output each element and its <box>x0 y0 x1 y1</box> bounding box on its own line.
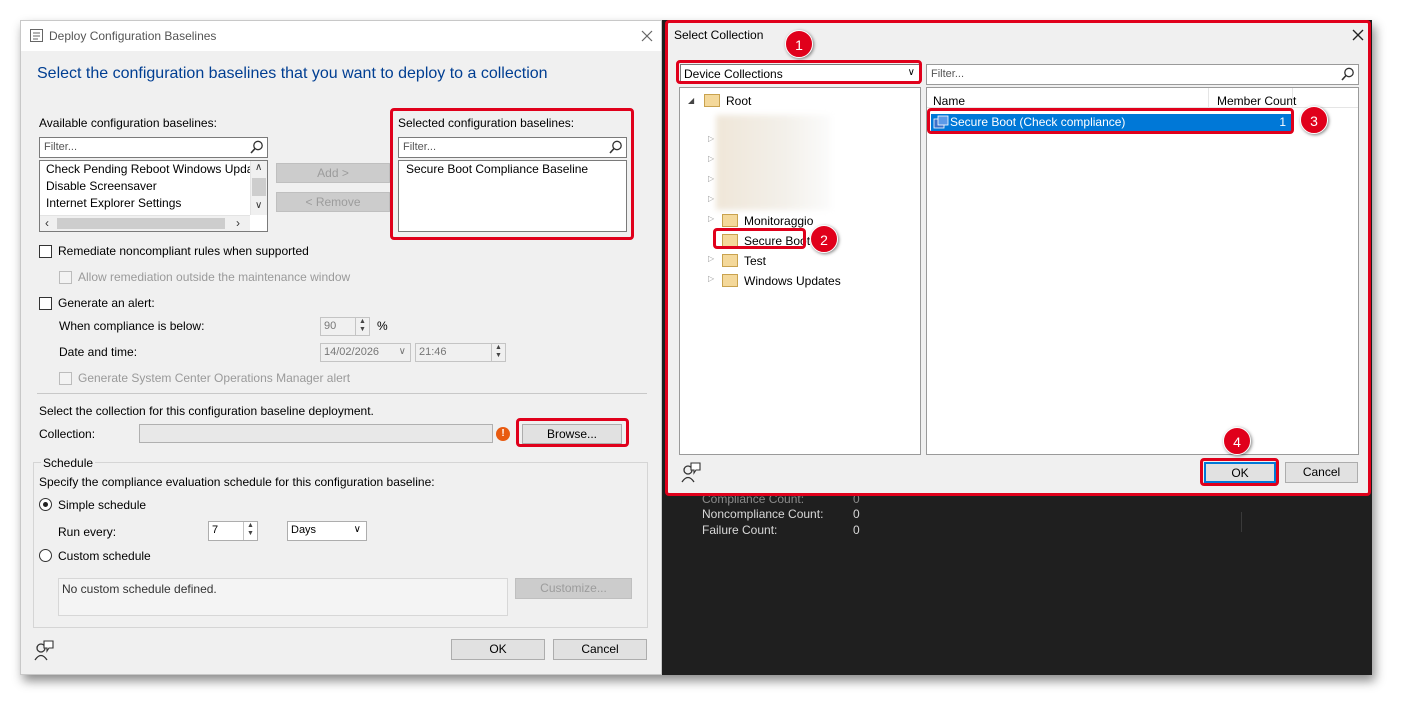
callout-4: 4 <box>1223 427 1251 455</box>
compliance-below-label: When compliance is below: <box>59 319 205 333</box>
schedule-prompt: Specify the compliance evaluation schedu… <box>39 475 435 489</box>
custom-schedule-label: Custom schedule <box>58 549 151 563</box>
run-every-unit: Days <box>291 524 317 536</box>
close-icon[interactable] <box>641 30 653 42</box>
failure-count-label: Failure Count: <box>702 523 778 537</box>
divider <box>37 393 647 394</box>
search-icon[interactable] <box>250 140 264 154</box>
noncompliance-count-value: 0 <box>853 507 860 521</box>
cancel-button[interactable]: Cancel <box>553 639 647 660</box>
time-value: 21:46 <box>419 346 447 358</box>
list-item[interactable]: Internet Explorer Settings <box>40 195 267 212</box>
highlight-collection-type <box>676 60 922 84</box>
available-filter-input[interactable]: Filter... <box>39 137 268 158</box>
failure-count-value: 0 <box>853 523 860 537</box>
chevron-up-icon[interactable]: ∧ <box>255 162 262 173</box>
highlight-collection-row <box>927 108 1294 134</box>
radio-selected-dot <box>43 502 48 507</box>
compliance-threshold-stepper[interactable]: 90 ▲ ▼ <box>320 317 370 336</box>
stepper-arrows-icon[interactable]: ▲ ▼ <box>355 318 369 335</box>
highlight-ok-button <box>1200 458 1279 486</box>
date-time-label: Date and time: <box>59 345 138 359</box>
vertical-scrollbar[interactable]: ∧ ∨ <box>250 161 267 215</box>
dialog-title: Deploy Configuration Baselines <box>49 29 217 43</box>
callout-3: 3 <box>1300 106 1328 134</box>
dialog-icon <box>30 29 43 42</box>
title-bar: Deploy Configuration Baselines <box>21 21 661 51</box>
date-picker[interactable]: 14/02/2026 ∨ <box>320 343 411 362</box>
run-every-unit-dropdown[interactable]: Days ∨ <box>287 521 367 541</box>
generate-alert-label: Generate an alert: <box>58 296 155 310</box>
collection-prompt: Select the collection for this configura… <box>39 404 374 418</box>
background-console-panel: Compliance Count: 0 Noncompliance Count:… <box>663 492 1372 675</box>
list-item[interactable]: Check Pending Reboot Windows Update <box>40 161 267 178</box>
scrollbar-thumb[interactable] <box>57 218 225 229</box>
chevron-right-icon[interactable]: › <box>236 216 240 230</box>
noncompliance-count-label: Noncompliance Count: <box>702 507 824 521</box>
simple-schedule-radio[interactable] <box>39 498 52 511</box>
stepper-arrows-icon[interactable]: ▲ ▼ <box>491 344 505 361</box>
percent-sign: % <box>377 319 388 333</box>
run-every-label: Run every: <box>58 525 117 539</box>
horizontal-scrollbar[interactable]: ‹ › <box>40 215 250 231</box>
highlight-browse <box>516 418 629 447</box>
compliance-value: 90 <box>324 320 337 332</box>
collection-label: Collection: <box>39 427 96 441</box>
run-every-value: 7 <box>212 524 219 536</box>
deploy-configuration-baselines-dialog: Deploy Configuration Baselines Select th… <box>20 20 662 675</box>
simple-schedule-label: Simple schedule <box>58 498 147 512</box>
available-baselines-list[interactable]: Check Pending Reboot Windows Update Disa… <box>39 160 268 232</box>
schedule-group-title: Schedule <box>41 456 96 470</box>
highlight-select-collection-dialog <box>665 20 1371 496</box>
highlight-selected-baselines <box>390 108 634 240</box>
callout-1: 1 <box>785 30 813 58</box>
customize-button[interactable]: Customize... <box>515 578 632 599</box>
scrollbar-thumb[interactable] <box>252 178 266 196</box>
help-user-icon[interactable] <box>33 639 55 661</box>
available-label: Available configuration baselines: <box>39 116 217 130</box>
stepper-arrows-icon[interactable]: ▲ ▼ <box>243 522 257 540</box>
add-button[interactable]: Add > <box>276 163 390 183</box>
warning-icon: ! <box>496 427 510 441</box>
generate-alert-checkbox[interactable] <box>39 297 52 310</box>
ok-button[interactable]: OK <box>451 639 545 660</box>
time-picker[interactable]: 21:46 ▲ ▼ <box>415 343 506 362</box>
run-every-stepper[interactable]: 7 ▲ ▼ <box>208 521 258 541</box>
allow-remediation-label: Allow remediation outside the maintenanc… <box>78 270 351 284</box>
chevron-down-icon[interactable]: ∨ <box>255 200 262 211</box>
remediate-checkbox[interactable] <box>39 245 52 258</box>
callout-2: 2 <box>810 225 838 253</box>
list-item[interactable]: Disable Screensaver <box>40 178 267 195</box>
divider <box>1241 512 1242 532</box>
chevron-down-icon[interactable]: ∨ <box>354 524 361 535</box>
scom-alert-checkbox[interactable] <box>59 372 72 385</box>
highlight-secure-boot-folder <box>713 228 806 249</box>
date-value: 14/02/2026 <box>324 346 380 358</box>
collection-field[interactable] <box>139 424 493 443</box>
page-heading: Select the configuration baselines that … <box>37 65 548 82</box>
allow-remediation-checkbox[interactable] <box>59 271 72 284</box>
remove-button[interactable]: < Remove <box>276 192 390 212</box>
custom-schedule-radio[interactable] <box>39 549 52 562</box>
remediate-label: Remediate noncompliant rules when suppor… <box>58 244 309 258</box>
scom-alert-label: Generate System Center Operations Manage… <box>78 371 351 385</box>
custom-schedule-box: No custom schedule defined. <box>58 578 508 616</box>
chevron-down-icon[interactable]: ∨ <box>399 346 406 357</box>
chevron-left-icon[interactable]: ‹ <box>45 216 49 230</box>
